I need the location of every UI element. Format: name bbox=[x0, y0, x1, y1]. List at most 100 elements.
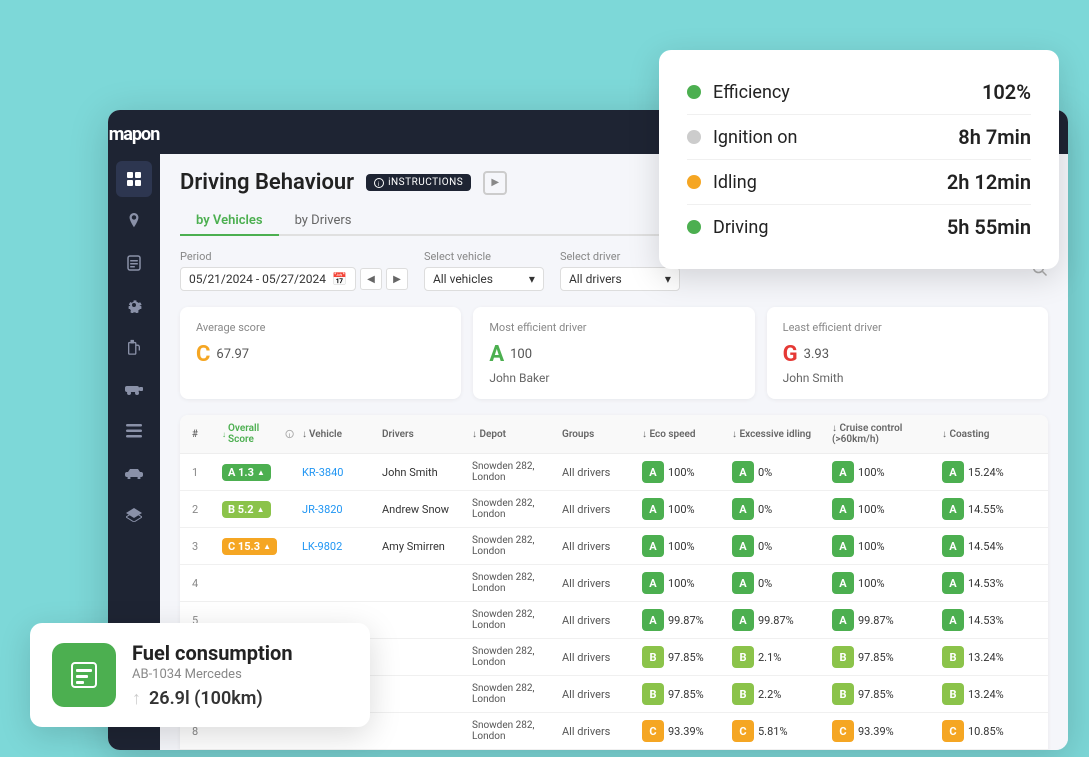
average-score-card: Average score C 67.97 bbox=[180, 307, 461, 399]
fuel-report-icon bbox=[68, 659, 100, 691]
row-groups: All drivers bbox=[558, 607, 638, 634]
efficiency-dot bbox=[687, 85, 701, 99]
row-num: 4 bbox=[188, 570, 218, 597]
best-driver-card: Most efficient driver A 100 John Baker bbox=[473, 307, 754, 399]
idling-label: Idling bbox=[713, 172, 947, 193]
row-depot: Snowden 282, London bbox=[468, 713, 558, 749]
sidebar-item-fuel[interactable] bbox=[116, 329, 152, 365]
row-idling: A 0% bbox=[728, 565, 828, 601]
best-driver-name: John Baker bbox=[489, 371, 738, 385]
tooltip-row-idling: Idling 2h 12min bbox=[687, 160, 1031, 205]
instructions-badge[interactable]: i iNSTRUCTIONS bbox=[366, 174, 471, 191]
col-groups[interactable]: Groups bbox=[558, 415, 638, 453]
tab-by-drivers[interactable]: by Drivers bbox=[279, 207, 368, 236]
col-coasting[interactable]: ↓ Coasting bbox=[938, 415, 1028, 453]
sidebar-item-car[interactable] bbox=[116, 455, 152, 491]
average-score-title: Average score bbox=[196, 321, 445, 334]
row-idling: B 2.2% bbox=[728, 676, 828, 712]
vehicle-link[interactable]: KR-3840 bbox=[302, 466, 343, 479]
row-cruise: A 100% bbox=[828, 454, 938, 490]
col-num: # bbox=[188, 415, 218, 453]
best-driver-title: Most efficient driver bbox=[489, 321, 738, 334]
tab-by-vehicles[interactable]: by Vehicles bbox=[180, 207, 279, 236]
next-period-button[interactable]: ▶ bbox=[386, 268, 408, 290]
col-drivers[interactable]: Drivers bbox=[378, 415, 468, 453]
fuel-title: Fuel consumption bbox=[132, 641, 293, 665]
sidebar-item-dashboard[interactable] bbox=[116, 161, 152, 197]
row-vehicle: KR-3840 bbox=[298, 459, 378, 486]
sidebar-item-layers[interactable] bbox=[116, 497, 152, 533]
fuel-vehicle: AB-1034 Mercedes bbox=[132, 667, 293, 682]
logo: mapon bbox=[108, 124, 165, 145]
sidebar-item-reports[interactable] bbox=[116, 245, 152, 281]
date-range-input[interactable]: 05/21/2024 - 05/27/2024 📅 bbox=[180, 267, 356, 291]
svg-text:i: i bbox=[378, 181, 380, 188]
vehicle-select[interactable]: All vehicles ▾ bbox=[424, 267, 544, 291]
row-eco: A 100% bbox=[638, 528, 728, 564]
row-cruise: C 93.39% bbox=[828, 713, 938, 749]
calendar-icon: 📅 bbox=[332, 272, 347, 286]
driver-select[interactable]: All drivers ▾ bbox=[560, 267, 680, 291]
ignition-value: 8h 7min bbox=[958, 125, 1031, 149]
play-button[interactable]: ▶ bbox=[483, 171, 507, 195]
page-title: Driving Behaviour bbox=[180, 170, 354, 195]
score-badge: B 5.2 ▲ bbox=[222, 501, 271, 518]
row-groups: All drivers bbox=[558, 718, 638, 745]
worst-grade: G bbox=[783, 342, 798, 367]
col-depot[interactable]: ↓ Depot bbox=[468, 415, 558, 453]
col-vehicle[interactable]: ↓ Vehicle bbox=[298, 415, 378, 453]
row-eco: A 99.87% bbox=[638, 602, 728, 638]
best-grade: A bbox=[489, 342, 504, 367]
col-score[interactable]: ↓ Overall Score i bbox=[218, 415, 298, 453]
row-coasting: A 15.24% bbox=[938, 454, 1028, 490]
row-coasting: B 13.24% bbox=[938, 639, 1028, 675]
ignition-dot bbox=[687, 130, 701, 144]
row-depot: Snowden 282, London bbox=[468, 676, 558, 712]
row-coasting: A 14.53% bbox=[938, 602, 1028, 638]
fuel-value: 26.9l (100km) bbox=[149, 688, 263, 709]
prev-period-button[interactable]: ◀ bbox=[360, 268, 382, 290]
row-coasting: C 10.85% bbox=[938, 713, 1028, 749]
row-driver bbox=[378, 650, 468, 664]
row-groups: All drivers bbox=[558, 533, 638, 560]
row-groups: All drivers bbox=[558, 459, 638, 486]
efficiency-label: Efficiency bbox=[713, 82, 982, 103]
col-eco[interactable]: ↓ Eco speed bbox=[638, 415, 728, 453]
sidebar-item-list[interactable] bbox=[116, 413, 152, 449]
row-depot: Snowden 282, London bbox=[468, 639, 558, 675]
row-idling: A 0% bbox=[728, 491, 828, 527]
row-eco: B 97.85% bbox=[638, 676, 728, 712]
ignition-label: Ignition on bbox=[713, 127, 958, 148]
col-cruise[interactable]: ↓ Cruise control (>60km/h) bbox=[828, 415, 938, 453]
fuel-icon-box bbox=[52, 643, 116, 707]
fuel-card: Fuel consumption AB-1034 Mercedes ↑ 26.9… bbox=[30, 623, 370, 727]
driving-dot bbox=[687, 220, 701, 234]
row-num: 3 bbox=[188, 533, 218, 560]
sidebar-item-vehicles[interactable] bbox=[116, 371, 152, 407]
sidebar-item-settings[interactable] bbox=[116, 287, 152, 323]
driver-value: All drivers bbox=[569, 272, 622, 286]
driving-value: 5h 55min bbox=[947, 215, 1031, 239]
table-header: # ↓ Overall Score i ↓ Vehicle Drivers ↓ … bbox=[180, 415, 1048, 454]
row-depot: Snowden 282, London bbox=[468, 528, 558, 564]
col-score-label: Overall Score bbox=[228, 423, 283, 445]
row-driver bbox=[378, 613, 468, 627]
best-score-number: 100 bbox=[510, 347, 532, 362]
row-idling: A 0% bbox=[728, 454, 828, 490]
idling-value: 2h 12min bbox=[947, 170, 1031, 194]
score-badge: A 1.3 ▲ bbox=[222, 464, 271, 481]
row-vehicle bbox=[298, 576, 378, 590]
period-input-row: 05/21/2024 - 05/27/2024 📅 ◀ ▶ bbox=[180, 267, 408, 291]
row-driver: John Smith bbox=[378, 459, 468, 486]
sidebar-item-map[interactable] bbox=[116, 203, 152, 239]
stats-row: Average score C 67.97 Most efficient dri… bbox=[180, 307, 1048, 399]
col-idling[interactable]: ↓ Excessive idling bbox=[728, 415, 828, 453]
row-score: B 5.2 ▲ bbox=[218, 494, 298, 525]
row-cruise: A 100% bbox=[828, 528, 938, 564]
worst-driver-name: John Smith bbox=[783, 371, 1032, 385]
worst-score-number: 3.93 bbox=[804, 347, 829, 362]
row-groups: All drivers bbox=[558, 644, 638, 671]
vehicle-link[interactable]: LK-9802 bbox=[302, 540, 342, 553]
vehicle-link[interactable]: JR-3820 bbox=[302, 503, 343, 516]
fuel-arrow-icon: ↑ bbox=[132, 688, 141, 709]
